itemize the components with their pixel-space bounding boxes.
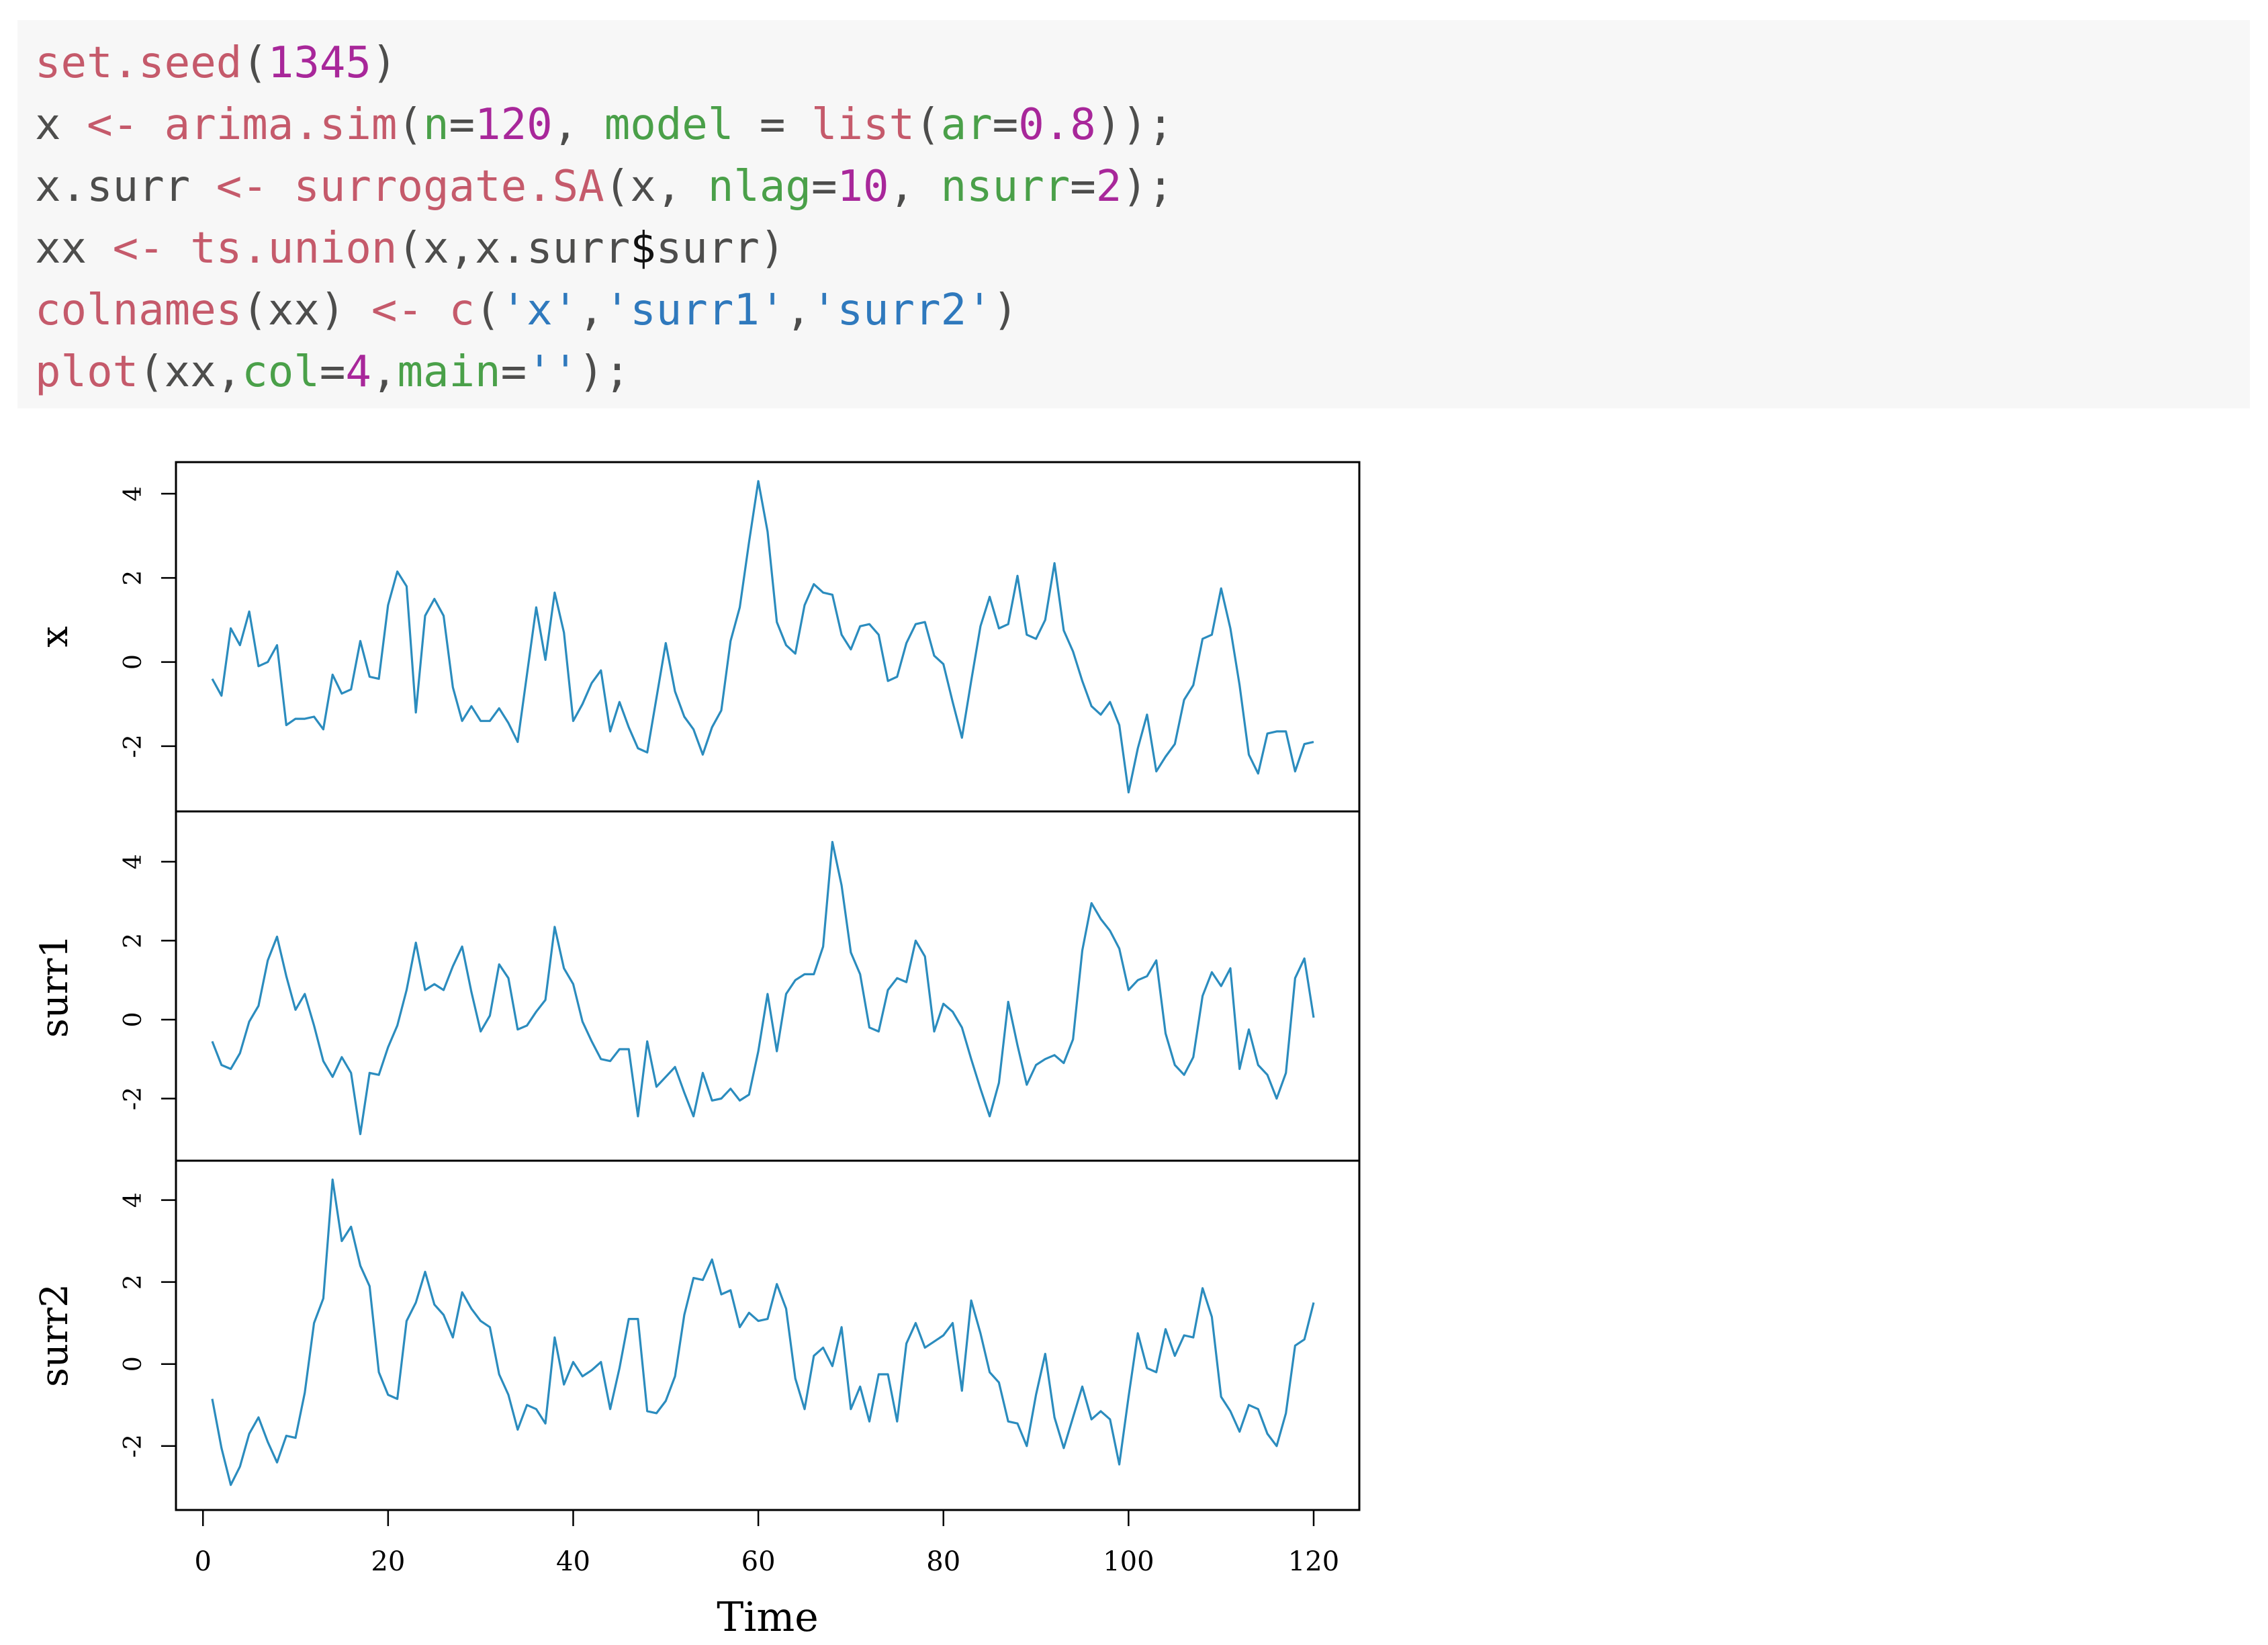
y-tick-label-surr1: 4	[120, 854, 147, 869]
y-tick-label-surr2: -2	[120, 1434, 147, 1458]
y-axis-label-x: x	[33, 626, 77, 648]
panel-frame-surr2	[175, 1159, 1361, 1511]
x-tick-label: 100	[1103, 1546, 1154, 1577]
x-axis-label: Time	[717, 1594, 819, 1641]
y-axis-label-surr1: surr1	[33, 934, 77, 1038]
panel-frame-x	[175, 461, 1361, 813]
y-tick-label-surr1: 2	[120, 933, 147, 948]
x-tick-label: 40	[556, 1546, 590, 1577]
series-line-surr1	[211, 840, 1315, 1136]
x-tick-label: 60	[741, 1546, 776, 1577]
y-tick-label-x: 2	[120, 570, 147, 586]
y-tick-label-surr2: 4	[120, 1192, 147, 1208]
y-tick-label-surr2: 0	[120, 1356, 147, 1372]
y-tick-label-surr1: 0	[120, 1012, 147, 1027]
y-axis-label-surr2: surr2	[33, 1284, 77, 1387]
series-line-surr2	[211, 1178, 1315, 1486]
y-tick-label-surr1: -2	[120, 1087, 147, 1110]
time-series-plot: -2 0 2 4 x -2 0 2 4 surr1 -2 0 2 4 surr2 0 20 40 60 80 100 12…	[33, 461, 1361, 1641]
x-tick-label: 120	[1288, 1546, 1339, 1577]
y-tick-label-x: -2	[120, 734, 147, 758]
x-tick-label: 80	[926, 1546, 960, 1577]
x-tick-label: 0	[194, 1546, 211, 1577]
y-tick-label-surr2: 2	[120, 1274, 147, 1290]
panel-frame-surr1	[175, 810, 1361, 1162]
y-tick-label-x: 0	[120, 654, 147, 670]
series-line-x	[211, 480, 1314, 794]
y-tick-label-x: 4	[120, 486, 147, 502]
x-tick-label: 20	[371, 1546, 405, 1577]
